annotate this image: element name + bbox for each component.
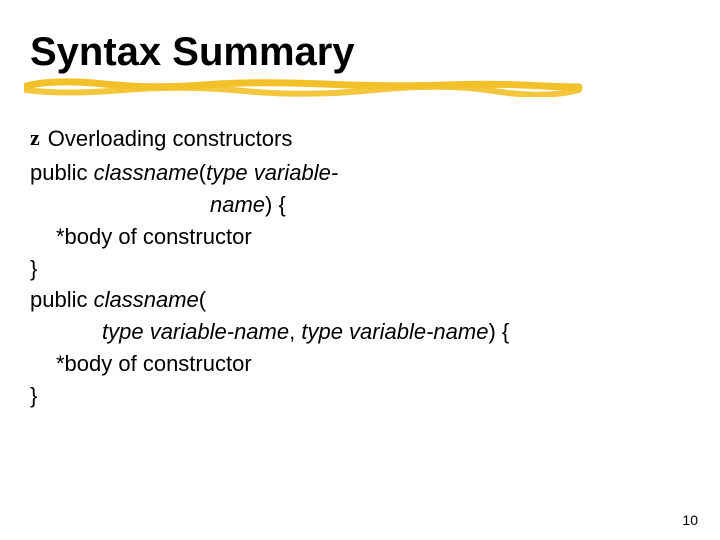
text: }: [30, 383, 37, 408]
bullet-text: Overloading constructors: [48, 123, 293, 155]
text-italic: classname: [94, 287, 199, 312]
slide: Syntax Summary z Overloading constructor…: [0, 0, 720, 540]
text: ) {: [488, 319, 509, 344]
code-line-8: }: [30, 380, 690, 412]
text: (: [199, 160, 206, 185]
text: public: [30, 287, 94, 312]
slide-title: Syntax Summary: [30, 30, 690, 75]
text: *body of constructor: [56, 351, 252, 376]
bullet-icon: z: [30, 123, 40, 154]
text: }: [30, 256, 37, 281]
bullet-item: z Overloading constructors: [30, 123, 690, 155]
text: (: [199, 287, 206, 312]
code-line-1: public classname(type variable-: [30, 157, 690, 189]
text: ) {: [265, 192, 286, 217]
title-underline: [24, 77, 690, 95]
text: ,: [289, 319, 301, 344]
code-line-7: *body of constructor: [30, 348, 690, 380]
text-italic: type variable-: [206, 160, 338, 185]
text-italic: type variable-name: [102, 319, 289, 344]
code-line-3: *body of constructor: [30, 221, 690, 253]
code-line-4: }: [30, 253, 690, 285]
code-line-2: name) {: [30, 189, 690, 221]
text-italic: classname: [94, 160, 199, 185]
code-line-6: type variable-name, type variable-name) …: [30, 316, 690, 348]
text-italic: name: [210, 192, 265, 217]
text: *body of constructor: [56, 224, 252, 249]
slide-body: z Overloading constructors public classn…: [30, 123, 690, 412]
text: public: [30, 160, 94, 185]
page-number: 10: [682, 512, 698, 528]
code-line-5: public classname(: [30, 284, 690, 316]
text-italic: type variable-name: [301, 319, 488, 344]
